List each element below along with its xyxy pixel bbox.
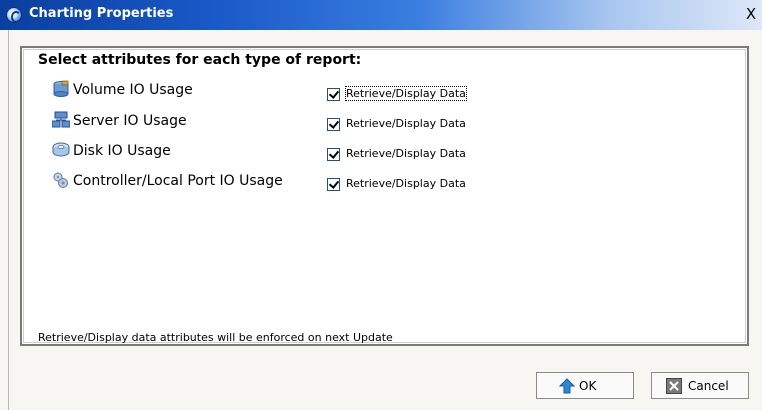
ok-button-label: OK	[579, 379, 597, 393]
checkbox-label-server-io[interactable]: Retrieve/Display Data	[346, 117, 466, 130]
row-label-controller-port-io: Controller/Local Port IO Usage	[73, 173, 283, 189]
close-icon[interactable]: X	[744, 4, 758, 24]
arrow-up-icon	[559, 378, 575, 394]
checkbox-label-controller-port-io[interactable]: Retrieve/Display Data	[346, 177, 466, 190]
server-icon	[52, 111, 70, 128]
update-note: Retrieve/Display data attributes will be…	[38, 331, 393, 344]
row-label-server-io: Server IO Usage	[73, 113, 187, 129]
controller-port-icon	[53, 172, 68, 188]
checkbox-server-io[interactable]	[327, 118, 340, 131]
disk-icon	[52, 142, 70, 157]
checkbox-label-disk-io[interactable]: Retrieve/Display Data	[346, 147, 466, 160]
title-bar: Charting Properties X	[0, 0, 762, 30]
ok-button[interactable]: OK	[536, 372, 634, 399]
cancel-button-label: Cancel	[688, 379, 729, 393]
row-label-volume-io: Volume IO Usage	[73, 82, 193, 98]
row-label-disk-io: Disk IO Usage	[73, 143, 171, 159]
cancel-button[interactable]: Cancel	[651, 372, 749, 399]
panel-heading: Select attributes for each type of repor…	[38, 52, 362, 68]
checkbox-disk-io[interactable]	[327, 148, 340, 161]
checkbox-label-volume-io[interactable]: Retrieve/Display Data	[345, 86, 467, 101]
cancel-icon	[666, 378, 682, 394]
volume-icon	[53, 80, 69, 97]
charting-properties-dialog: Charting Properties X Select attributes …	[0, 0, 762, 410]
checkbox-controller-port-io[interactable]	[327, 178, 340, 191]
app-icon	[6, 7, 22, 23]
checkbox-volume-io[interactable]	[327, 88, 340, 101]
window-title: Charting Properties	[29, 6, 174, 21]
